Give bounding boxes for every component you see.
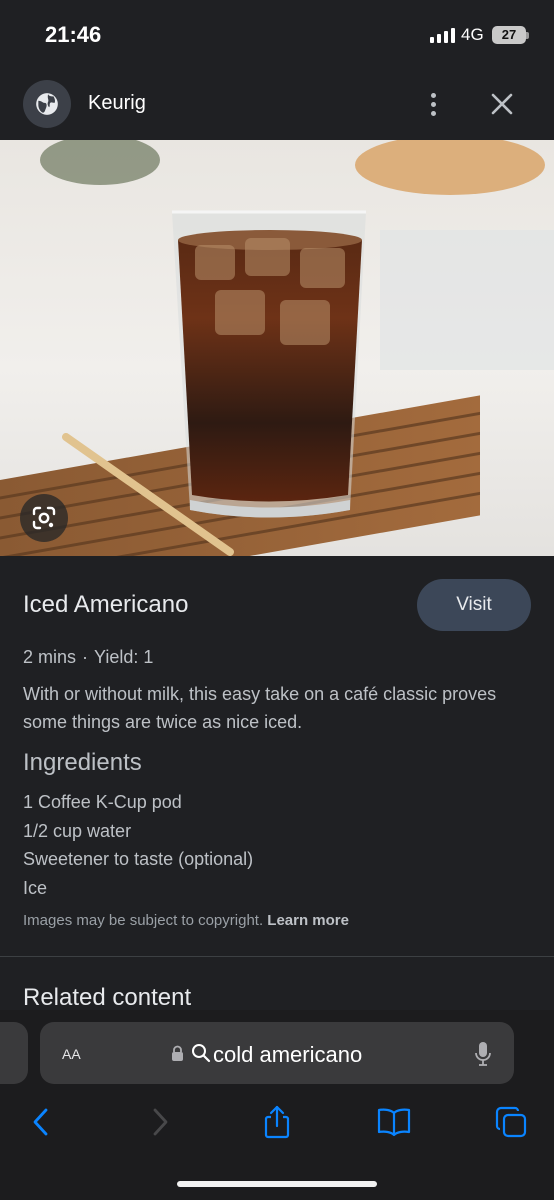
divider	[0, 956, 554, 957]
meta-separator: ·	[82, 647, 89, 667]
network-type: 4G	[461, 25, 484, 44]
bookmarks-icon[interactable]	[374, 1102, 414, 1142]
learn-more-link[interactable]: Learn more	[267, 912, 349, 929]
lock-icon	[172, 1045, 183, 1061]
microphone-icon[interactable]	[473, 1040, 493, 1068]
result-header: Keurig	[0, 70, 554, 140]
back-icon[interactable]	[21, 1102, 61, 1142]
close-icon[interactable]	[488, 90, 516, 118]
share-icon[interactable]	[257, 1102, 297, 1142]
recipe-description: With or without milk, this easy take on …	[23, 684, 497, 732]
ingredients-heading: Ingredients	[23, 749, 142, 776]
search-icon	[192, 1044, 211, 1063]
site-name[interactable]: Keurig	[88, 92, 146, 115]
ingredient-item: 1/2 cup water	[23, 820, 132, 841]
home-indicator[interactable]	[177, 1181, 377, 1187]
ingredients-list: 1 Coffee K-Cup pod 1/2 cup water Sweeten…	[23, 788, 253, 902]
globe-icon[interactable]	[23, 80, 71, 128]
status-time: 21:46	[45, 22, 102, 47]
copyright-text: Images may be subject to copyright.	[23, 912, 264, 929]
address-bar[interactable]: AA cold americano	[40, 1022, 514, 1084]
browser-toolbar	[0, 1096, 554, 1146]
more-vert-icon[interactable]	[418, 88, 448, 120]
visit-button[interactable]: Visit	[417, 579, 531, 631]
google-lens-icon[interactable]	[20, 494, 68, 542]
tabs-icon[interactable]	[491, 1102, 531, 1142]
copyright-notice: Images may be subject to copyright. Lear…	[23, 912, 349, 929]
text-size-button[interactable]: AA	[62, 1042, 81, 1065]
recipe-title: Iced Americano	[23, 591, 189, 618]
text-size-label: AA	[62, 1046, 81, 1062]
ingredient-item: Ice	[23, 877, 48, 898]
recipe-meta: 2 mins · Yield: 1	[23, 647, 153, 668]
ingredient-item: Sweetener to taste (optional)	[23, 849, 254, 869]
recipe-time: 2 mins	[23, 647, 77, 667]
forward-icon[interactable]	[140, 1102, 180, 1142]
search-query[interactable]: cold americano	[213, 1042, 362, 1068]
related-content-heading: Related content	[23, 984, 192, 1011]
recipe-image[interactable]	[0, 140, 554, 556]
recipe-yield: Yield: 1	[94, 647, 154, 667]
previous-tab-address-bar[interactable]	[0, 1022, 28, 1084]
signal-icon	[430, 27, 455, 43]
battery-icon: 27	[492, 26, 529, 44]
iced-americano-photo	[0, 140, 554, 556]
status-bar: 21:46 4G 27	[0, 0, 554, 70]
ingredient-item: 1 Coffee K-Cup pod	[23, 792, 182, 812]
